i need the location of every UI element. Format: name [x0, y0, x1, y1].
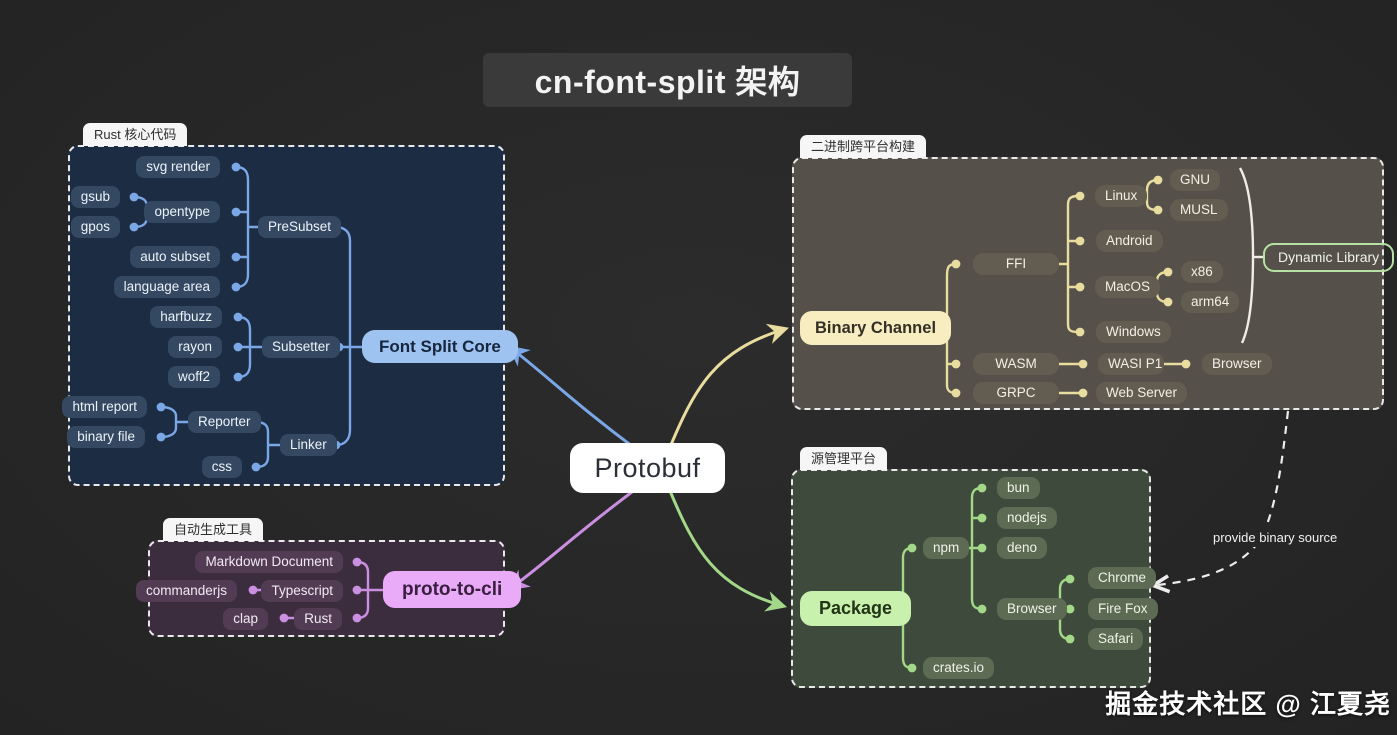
- node-opentype: opentype: [144, 201, 220, 223]
- node-musl: MUSL: [1170, 199, 1228, 221]
- watermark: 掘金技术社区 @ 江夏尧: [1105, 684, 1391, 721]
- node-subsetter: Subsetter: [262, 336, 340, 358]
- arrow-protobuf-to-proto-to-cli: [511, 486, 640, 588]
- node-bun: bun: [997, 477, 1040, 499]
- node-auto-subset: auto subset: [130, 246, 220, 268]
- arrow-protobuf-to-package: [668, 486, 783, 606]
- node-font-split-core: Font Split Core: [362, 330, 518, 363]
- node-language-area: language area: [114, 276, 220, 298]
- node-browser-wasm: Browser: [1202, 353, 1272, 375]
- node-markdown-document: Markdown Document: [195, 551, 343, 573]
- arrow-protobuf-to-font-split-core: [511, 348, 640, 452]
- node-rust-lang: Rust: [294, 608, 342, 630]
- node-firefox: Fire Fox: [1088, 598, 1158, 620]
- node-presubset: PreSubset: [258, 216, 341, 238]
- node-deno: deno: [997, 537, 1047, 559]
- node-safari: Safari: [1088, 628, 1143, 650]
- provide-binary-source-label: provide binary source: [1208, 528, 1342, 547]
- node-reporter: Reporter: [188, 411, 261, 433]
- node-gpos: gpos: [71, 216, 120, 238]
- diagram-canvas: cn-font-split 架构 Rust 核心代码 二进制跨平台构建 自动生成…: [0, 0, 1397, 735]
- tab-source-manage: 源管理平台: [800, 447, 887, 470]
- node-dynamic-library: Dynamic Library: [1263, 243, 1394, 272]
- node-svg-render: svg render: [136, 156, 220, 178]
- node-x86: x86: [1181, 261, 1223, 283]
- node-linker: Linker: [280, 434, 337, 456]
- node-gsub: gsub: [71, 186, 120, 208]
- node-android: Android: [1096, 230, 1163, 252]
- node-browser-pkg: Browser: [997, 598, 1067, 620]
- node-npm: npm: [923, 537, 969, 559]
- node-windows: Windows: [1096, 321, 1171, 343]
- node-chrome: Chrome: [1088, 567, 1156, 589]
- arrow-provide-binary-source: [1157, 411, 1288, 585]
- node-rayon: rayon: [168, 336, 222, 358]
- node-binary-file: binary file: [67, 426, 145, 448]
- node-linux: Linux: [1095, 185, 1147, 207]
- node-clap: clap: [223, 608, 268, 630]
- node-macos: MacOS: [1095, 276, 1160, 298]
- tab-binary-build: 二进制跨平台构建: [800, 135, 926, 158]
- tab-autogen-tools: 自动生成工具: [163, 518, 263, 541]
- tab-rust-core: Rust 核心代码: [83, 123, 187, 146]
- node-crates-io: crates.io: [923, 657, 994, 679]
- node-ffi: FFI: [973, 253, 1059, 275]
- page-title: cn-font-split 架构: [483, 53, 852, 107]
- node-woff2: woff2: [168, 366, 220, 388]
- node-protobuf: Protobuf: [570, 443, 725, 493]
- node-gnu: GNU: [1170, 169, 1220, 191]
- node-typescript: Typescript: [261, 580, 343, 602]
- panel-binary-build: [792, 157, 1384, 410]
- node-binary-channel: Binary Channel: [800, 311, 951, 345]
- node-nodejs: nodejs: [997, 507, 1057, 529]
- node-commanderjs: commanderjs: [136, 580, 237, 602]
- arrow-protobuf-to-binary-channel: [668, 329, 785, 452]
- node-html-report: html report: [62, 396, 147, 418]
- node-package: Package: [800, 591, 911, 626]
- node-wasm: WASM: [973, 353, 1059, 375]
- node-wasi-p1: WASI P1: [1098, 353, 1164, 375]
- node-proto-to-cli: proto-to-cli: [383, 571, 521, 608]
- node-web-server: Web Server: [1096, 382, 1187, 404]
- node-arm64: arm64: [1181, 291, 1239, 313]
- node-grpc: GRPC: [973, 382, 1059, 404]
- node-harfbuzz: harfbuzz: [150, 306, 222, 328]
- node-css: css: [202, 456, 242, 478]
